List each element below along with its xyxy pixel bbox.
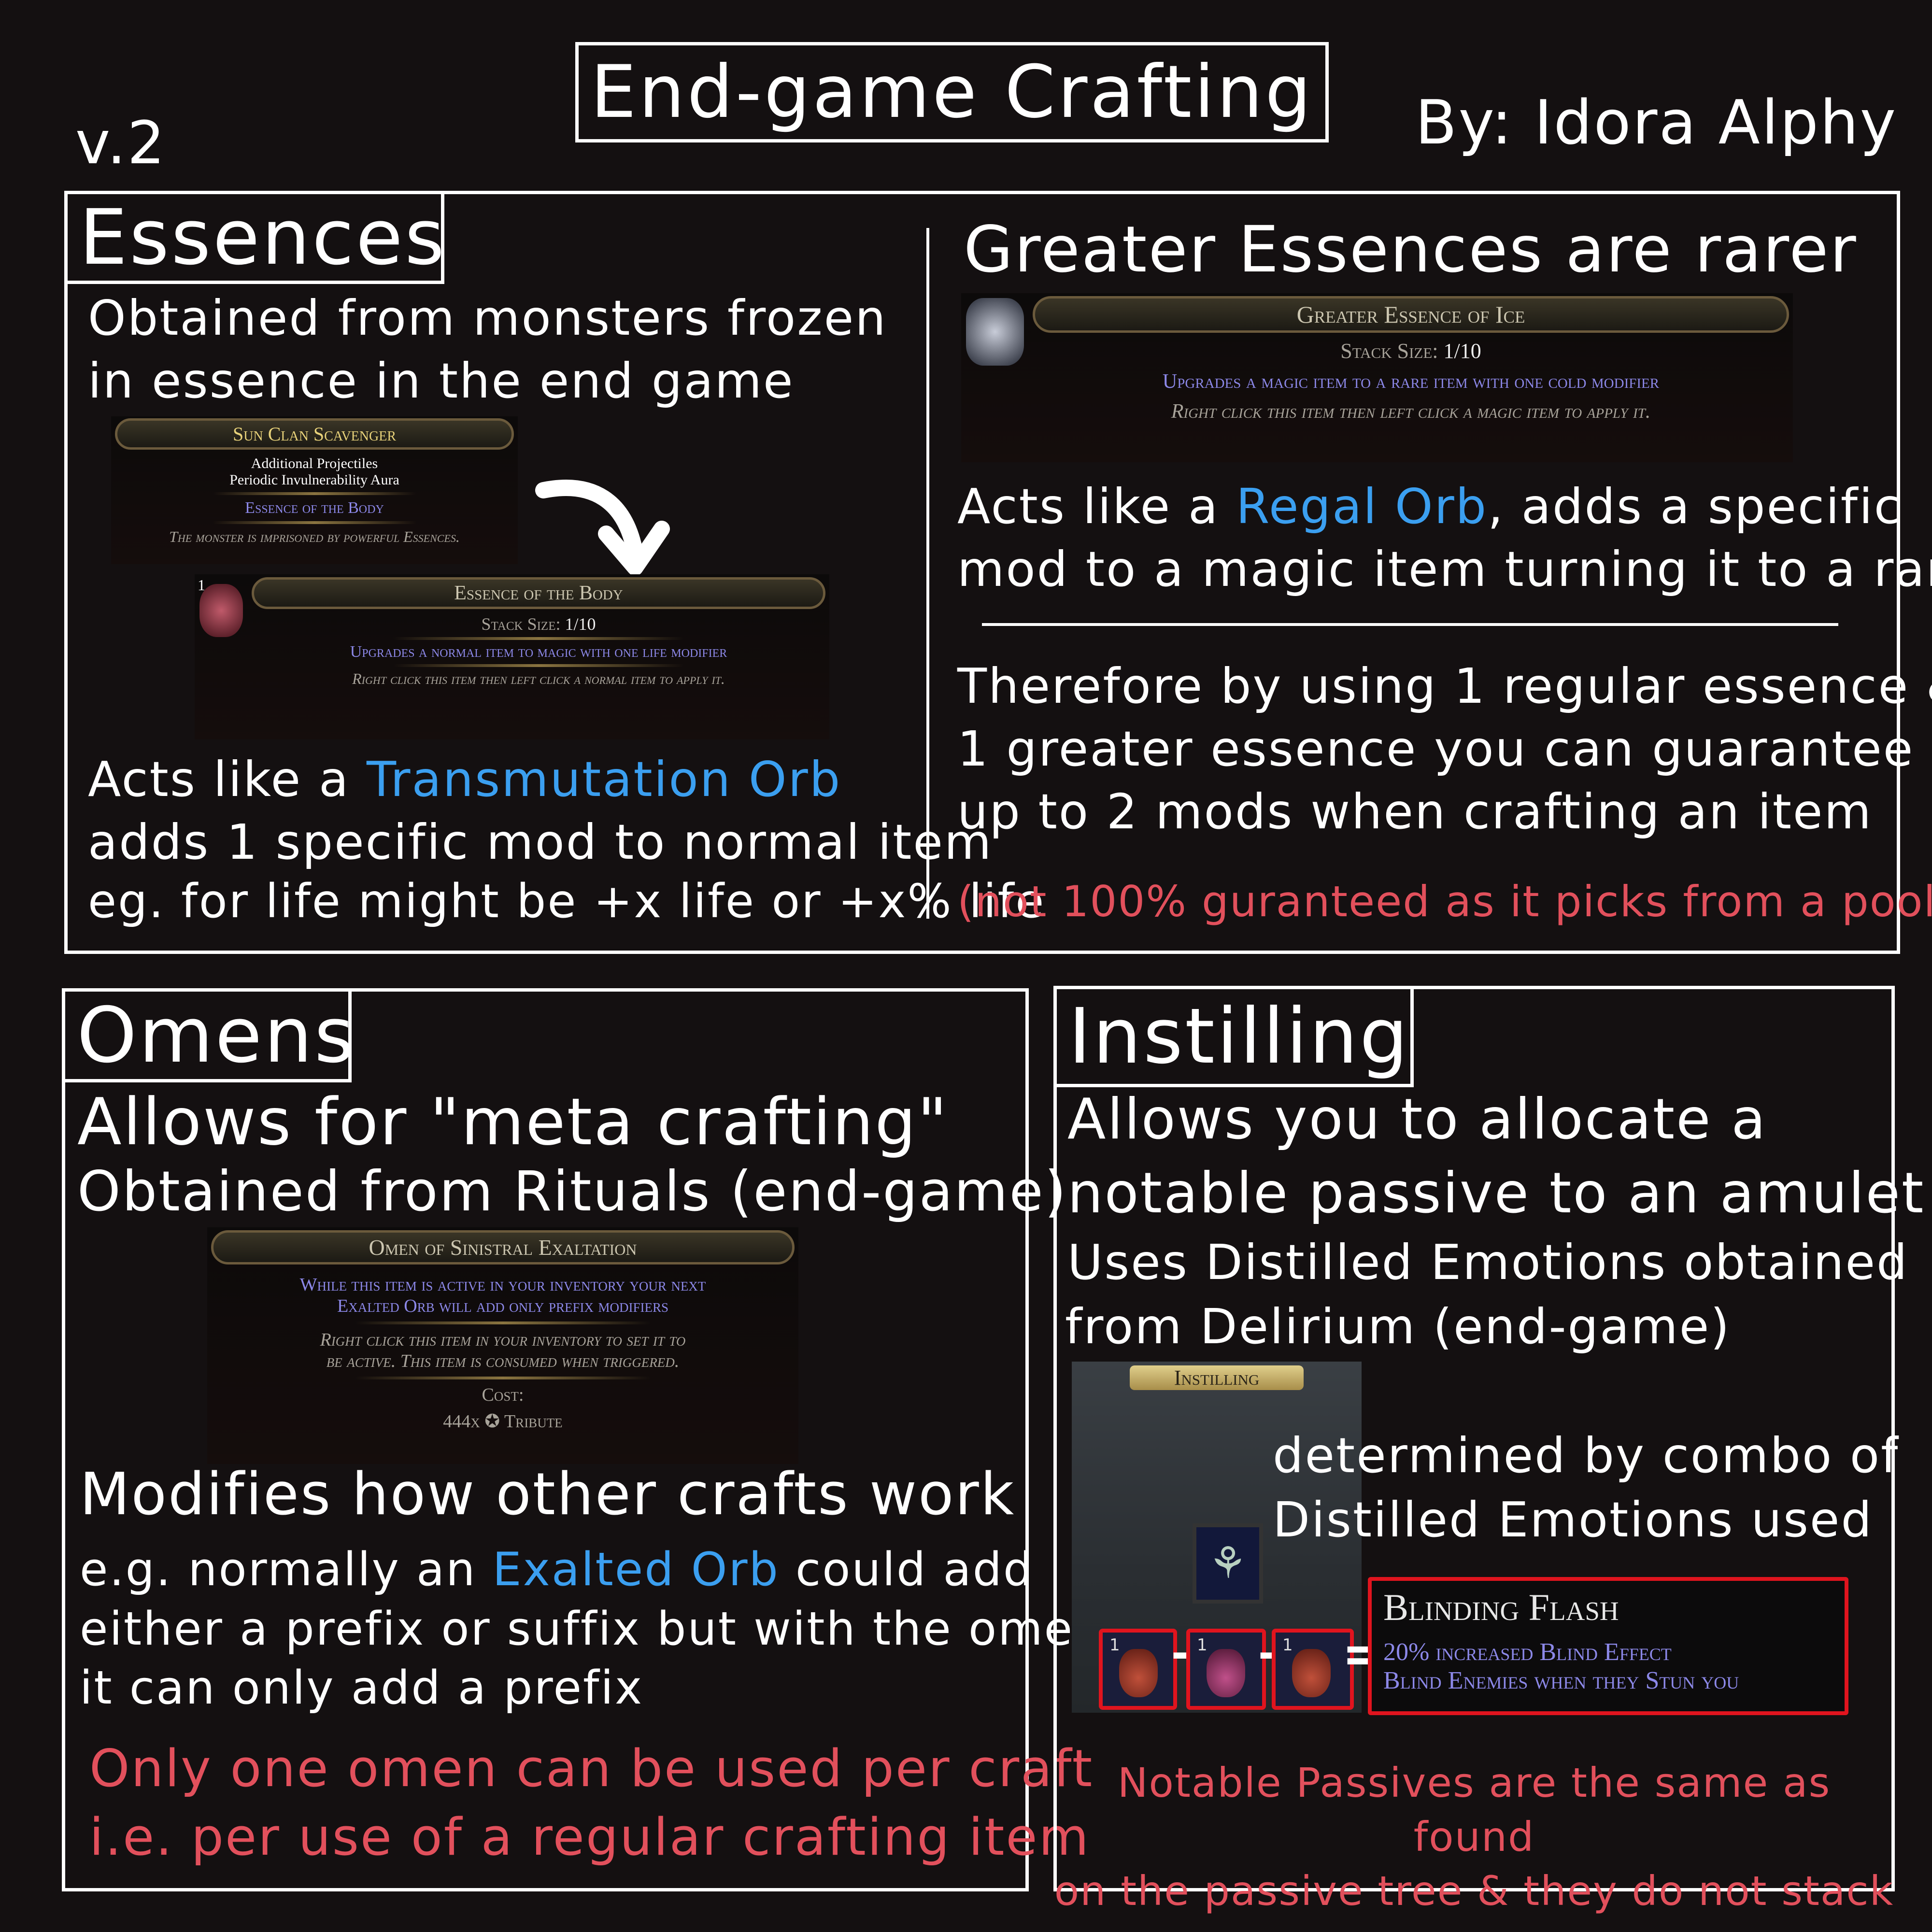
omen-cost-label: Cost:	[482, 1385, 524, 1405]
regal-prefix: Acts like a	[957, 478, 1236, 535]
omens-source: Obtained from Rituals (end-game)	[77, 1159, 1068, 1223]
tribute-icon: ✪	[484, 1411, 500, 1432]
essence-icon	[199, 584, 243, 637]
omens-example-line: it can only add a prefix	[80, 1662, 644, 1715]
stack-label: Stack Size:	[481, 614, 561, 634]
instilling-headline: notable passive to an amulet	[1067, 1161, 1925, 1226]
notable-name: Blinding Flash	[1383, 1586, 1619, 1628]
combo-text: Distilled Emotions used	[1273, 1492, 1873, 1548]
essence-note: (not 100% guranteed as it picks from a p…	[957, 877, 1932, 926]
essence-usage: Right click this item then left click a …	[352, 670, 725, 687]
monster-essence: Essence of the Body	[245, 499, 384, 517]
essence-desc: Upgrades a normal item to magic with one…	[350, 643, 727, 661]
notable-mod: Blind Enemies when they Stun you	[1383, 1667, 1739, 1694]
eg-suffix: could add	[779, 1543, 1034, 1596]
stack-count: 1	[198, 576, 205, 594]
omens-example: e.g. normally an Exalted Orb could add	[80, 1543, 1034, 1596]
omen-name: Omen of Sinistral Exaltation	[211, 1230, 795, 1264]
horizontal-divider	[982, 623, 1838, 626]
omen-cost-value: 444x	[443, 1411, 480, 1432]
therefore-line: 1 greater essence you can guarantee	[957, 721, 1915, 777]
omen-usage: Right click this item in your inventory …	[320, 1330, 686, 1350]
instilling-headline: Allows you to allocate a	[1067, 1087, 1767, 1152]
instilling-panel-title: Instilling	[1130, 1365, 1304, 1390]
omens-label: Omens	[62, 988, 354, 1082]
monster-name: Sun Clan Scavenger	[115, 418, 514, 450]
greater-essence-usage: Right click this item then left click a …	[1171, 400, 1651, 423]
author: By: Idora Alphy	[1415, 87, 1898, 158]
omen-cost-currency: Tribute	[504, 1411, 563, 1432]
omens-headline: Allows for "meta crafting"	[77, 1084, 949, 1160]
omen-usage: be active. This item is consumed when tr…	[326, 1351, 680, 1371]
monster-mod: Periodic Invulnerability Aura	[229, 472, 399, 488]
omens-example-line: either a prefix or suffix but with the o…	[80, 1603, 1105, 1656]
therefore-line: up to 2 mods when crafting an item	[957, 783, 1873, 840]
instilling-note: Notable Passives are the same as found o…	[1053, 1756, 1895, 1918]
acts-like-regal: Acts like a Regal Orb, adds a specific	[957, 478, 1902, 535]
greater-essence-icon	[966, 298, 1024, 366]
essence-item-tooltip: 1 Essence of the Body Stack Size: 1/10 U…	[195, 574, 829, 739]
slot-count: 1	[1282, 1635, 1293, 1655]
title-box: End-game Crafting	[575, 42, 1329, 142]
distilled-emotion-slot[interactable]: 1	[1099, 1629, 1177, 1710]
exalted-orb-link[interactable]: Exalted Orb	[493, 1543, 780, 1596]
essences-label: Essences	[64, 191, 444, 284]
monster-mod: Additional Projectiles	[251, 455, 378, 471]
instilling-note-line: on the passive tree & they do not stack	[1054, 1867, 1894, 1915]
notable-mod: 20% increased Blind Effect	[1383, 1638, 1672, 1666]
omen-desc: While this item is active in your invent…	[299, 1275, 706, 1295]
acts-prefix: Acts like a	[88, 751, 367, 808]
acts-like-transmutation: Acts like a Transmutation Orb	[88, 751, 841, 808]
regal-orb-link[interactable]: Regal Orb	[1236, 478, 1488, 535]
essences-intro-2: in essence in the end game	[88, 353, 795, 409]
essence-line: adds 1 specific mod to normal item	[88, 814, 993, 870]
omen-desc: Exalted Orb will add only prefix modifie…	[337, 1296, 668, 1316]
distilled-emotion-icon	[1207, 1649, 1245, 1697]
instilling-label: Instilling	[1053, 986, 1414, 1087]
omen-tooltip: Omen of Sinistral Exaltation While this …	[207, 1227, 798, 1464]
slot-count: 1	[1197, 1635, 1208, 1655]
transmutation-orb-link[interactable]: Transmutation Orb	[367, 751, 841, 808]
regal-suffix: , adds a specific	[1488, 478, 1902, 535]
instilling-uses: Uses Distilled Emotions obtained	[1067, 1234, 1909, 1291]
version: v.2	[75, 109, 167, 177]
distilled-emotion-icon	[1292, 1649, 1331, 1697]
omens-note: Only one omen can be used per craft	[89, 1739, 1094, 1798]
essences-intro-1: Obtained from monsters frozen	[88, 290, 887, 346]
greater-essence-name: Greater Essence of Ice	[1033, 296, 1789, 333]
amulet-slot[interactable]: ⚘	[1193, 1523, 1263, 1604]
distilled-emotion-slot[interactable]: 1	[1186, 1629, 1266, 1710]
instilling-uses: from Delirium (end-game)	[1065, 1298, 1731, 1355]
notable-result-tooltip: Blinding Flash 20% increased Blind Effec…	[1368, 1577, 1848, 1715]
essence-line: eg. for life might be +x life or +x% lif…	[88, 874, 1046, 928]
greater-essence-desc: Upgrades a magic item to a rare item wit…	[1162, 370, 1660, 393]
stack-value: 1/10	[1443, 339, 1481, 363]
monster-tooltip: Sun Clan Scavenger Additional Projectile…	[111, 416, 518, 564]
page-title: End-game Crafting	[590, 50, 1314, 134]
essence-name: Essence of the Body	[252, 577, 825, 609]
greater-essence-tooltip: Greater Essence of Ice Stack Size: 1/10 …	[961, 293, 1793, 462]
greater-essences-title: Greater Essences are rarer	[964, 213, 1858, 287]
slot-count: 1	[1109, 1635, 1120, 1655]
stack-label: Stack Size:	[1340, 339, 1438, 363]
omens-note: i.e. per use of a regular crafting item	[89, 1807, 1090, 1867]
stack-value: 1/10	[565, 614, 596, 634]
omens-modifies: Modifies how other crafts work	[80, 1461, 1016, 1528]
arrow-icon	[535, 480, 670, 576]
regal-line-2: mod to a magic item turning it to a rare	[957, 541, 1932, 597]
distilled-emotion-icon	[1119, 1649, 1158, 1697]
monster-flavour: The monster is imprisoned by powerful Es…	[169, 528, 460, 545]
therefore-line: Therefore by using 1 regular essence &	[957, 658, 1932, 714]
instilling-note-line: Notable Passives are the same as found	[1117, 1759, 1831, 1861]
combo-text: determined by combo of	[1273, 1427, 1900, 1484]
eg-prefix: e.g. normally an	[80, 1543, 493, 1596]
